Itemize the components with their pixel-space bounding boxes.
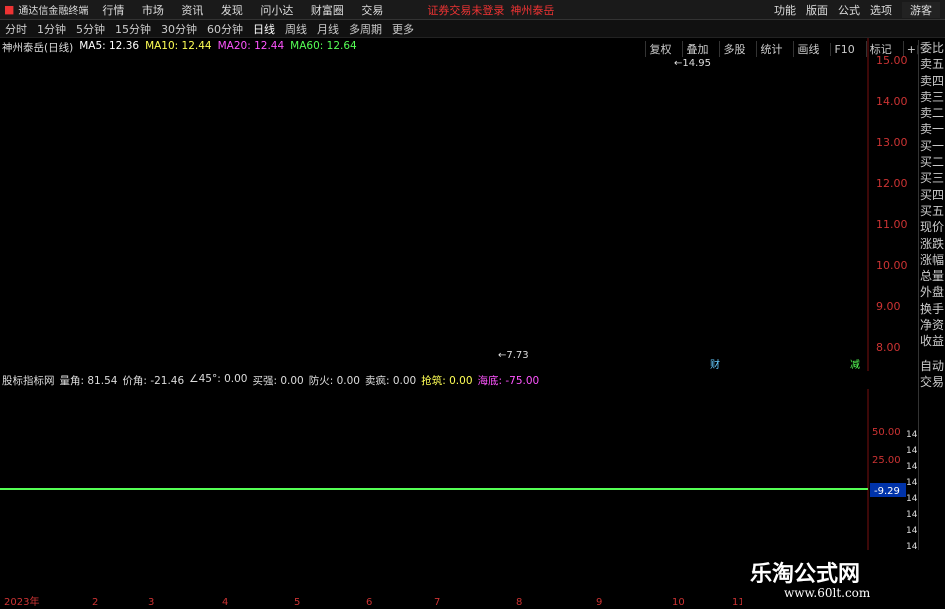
side-panel-item[interactable]: 净资 — [919, 317, 945, 333]
x-tick-label: 6 — [366, 597, 372, 608]
ind-g: 抢筑: 0.00 — [421, 375, 473, 387]
ind-h: 海底: -75.00 — [477, 375, 540, 387]
menu-item[interactable]: 发现 — [221, 4, 243, 17]
time-label: 14:50 — [906, 526, 918, 536]
x-tick-label: 3 — [148, 597, 154, 608]
marker-label: 财 — [710, 358, 720, 371]
side-panel-item[interactable]: 委比 — [919, 40, 945, 56]
stock-name: 神州泰岳 — [510, 3, 555, 17]
menu-item[interactable]: 交易 — [361, 4, 383, 17]
app-logo-icon: ■ — [4, 3, 15, 16]
side-panel-item[interactable]: 涨跌 — [919, 236, 945, 252]
price-tick-label: 15.00 — [876, 54, 908, 67]
x-tick-label: 2 — [92, 597, 98, 608]
side-panel-item[interactable]: 买五 — [919, 203, 945, 219]
side-panel-item[interactable]: 现价 — [919, 219, 945, 235]
tf-tab[interactable]: 15分钟 — [115, 21, 151, 37]
side-panel-item[interactable]: 卖一 — [919, 121, 945, 137]
side-panel-item[interactable]: 换手 — [919, 301, 945, 317]
price-tick-label: 11.00 — [876, 218, 908, 231]
tf-tab[interactable]: 60分钟 — [207, 21, 243, 37]
x-tick-label: 9 — [596, 597, 602, 608]
menu-item[interactable]: 问小达 — [260, 4, 293, 17]
low-label: ←7.73 — [498, 350, 529, 361]
ind-f: 卖疯: 0.00 — [364, 375, 417, 387]
side-panel-item[interactable]: 卖二 — [919, 105, 945, 121]
menu-item[interactable]: 选项 — [870, 2, 892, 18]
side-panel-item[interactable]: 买一 — [919, 138, 945, 154]
price-chart[interactable]: 15.00 14.00 13.00 12.00 11.00 10.00 9.00 8.00 ←… — [0, 38, 918, 371]
ind-name: 股标指标网 — [2, 375, 55, 387]
tf-tab[interactable]: 1分钟 — [37, 21, 66, 37]
x-tick-label: 2023年 — [4, 595, 39, 608]
time-label: 14:50 — [906, 510, 918, 520]
time-label: 14:50 — [906, 494, 918, 504]
top-bar: ■ 通达信金融终端 行情 市场 资讯 发现 问小达 财富圈 交易 证券交易未登录… — [0, 0, 945, 20]
app-name: 通达信金融终端 — [18, 6, 89, 17]
side-panel-item[interactable]: 收益 — [919, 333, 945, 349]
ind-tick-label: 50.00 — [872, 427, 901, 438]
guest-button[interactable]: 游客 — [902, 2, 940, 18]
price-tick-label: 9.00 — [876, 300, 901, 313]
side-panel-item[interactable]: 卖三 — [919, 89, 945, 105]
time-label: 14:50 — [906, 462, 918, 472]
ind-a: 量角: 81.54 — [59, 375, 118, 387]
side-panel-item[interactable]: 买二 — [919, 154, 945, 170]
x-tick-label: 4 — [222, 597, 228, 608]
side-panel-item[interactable]: 涨幅 — [919, 252, 945, 268]
tf-tab[interactable]: 周线 — [285, 21, 307, 37]
timeframe-bar: 分时 1分钟 5分钟 15分钟 30分钟 60分钟 日线 周线 月线 多周期 更… — [0, 20, 945, 57]
side-panel-item[interactable]: 总量 — [919, 268, 945, 284]
side-panel-item[interactable]: 买三 — [919, 170, 945, 186]
side-panel-item[interactable]: 自动 — [919, 358, 945, 374]
ind-c: ∠45°: 0.00 — [189, 373, 248, 385]
x-tick-label: 7 — [434, 597, 440, 608]
price-tick-label: 13.00 — [876, 136, 908, 149]
price-tick-label: 10.00 — [876, 259, 908, 272]
price-tick-label: 8.00 — [876, 341, 901, 354]
menu-item[interactable]: 市场 — [142, 4, 164, 17]
side-panel-item[interactable]: 外盘 — [919, 284, 945, 300]
time-label: 14:50 — [906, 446, 918, 456]
side-panel-item[interactable]: 卖五 — [919, 56, 945, 72]
tf-tab[interactable]: 5分钟 — [76, 21, 105, 37]
ind-tick-label: 25.00 — [872, 455, 901, 466]
price-tick-label: 14.00 — [876, 95, 908, 108]
watermark-url: www.60lt.com — [784, 586, 871, 600]
menu-item[interactable]: 资讯 — [181, 4, 203, 17]
time-label: 14:50 — [906, 430, 918, 440]
side-panel-item[interactable]: 买四 — [919, 187, 945, 203]
tf-tab[interactable]: 30分钟 — [161, 21, 197, 37]
ind-d: 买强: 0.00 — [252, 375, 304, 387]
menu-item[interactable]: 行情 — [102, 4, 124, 17]
main-menu: 行情 市场 资讯 发现 问小达 财富圈 交易 — [102, 2, 397, 18]
ind-value-label: -9.29 — [874, 486, 900, 497]
tf-tab[interactable]: 更多 — [392, 21, 414, 37]
time-label: 14:50 — [906, 478, 918, 488]
tf-tab[interactable]: 分时 — [5, 21, 27, 37]
watermark: 乐淘公式网 www.60lt.com — [742, 550, 945, 609]
price-tick-label: 12.00 — [876, 177, 908, 190]
tf-tab[interactable]: 多周期 — [349, 21, 382, 37]
tf-tab-daily[interactable]: 日线 — [253, 21, 275, 37]
x-tick-label: 8 — [516, 597, 522, 608]
marker-label: 减 — [850, 359, 860, 371]
indicator-legend: 股标指标网 量角: 81.54 价角: -21.46 ∠45°: 0.00 买强… — [2, 373, 539, 387]
menu-item[interactable]: 财富圈 — [311, 4, 344, 17]
quote-side-panel: 委比 卖五 卖四 卖三 卖二 卖一 买一 买二 买三 买四 买五 现价 涨跌 涨幅 总量 外盘 换手 净资 收益自动… — [918, 40, 945, 609]
ind-e: 防火: 0.00 — [308, 375, 360, 387]
menu-item[interactable]: 公式 — [838, 2, 860, 18]
side-panel-item[interactable]: 卖四 — [919, 73, 945, 89]
tf-tab[interactable]: 月线 — [317, 21, 339, 37]
menu-item[interactable]: 版面 — [806, 2, 828, 18]
login-status[interactable]: 证券交易未登录 — [427, 2, 504, 18]
ind-b: 价角: -21.46 — [122, 375, 185, 387]
high-label: ←14.95 — [674, 58, 711, 69]
x-tick-label: 10 — [672, 597, 685, 608]
watermark-cn: 乐淘公式网 — [750, 562, 861, 587]
side-panel-item[interactable]: 交易 — [919, 374, 945, 390]
x-tick-label: 5 — [294, 597, 300, 608]
menu-item[interactable]: 功能 — [774, 2, 796, 18]
top-right-menu: 功能 版面 公式 选项 游客 — [769, 0, 945, 20]
